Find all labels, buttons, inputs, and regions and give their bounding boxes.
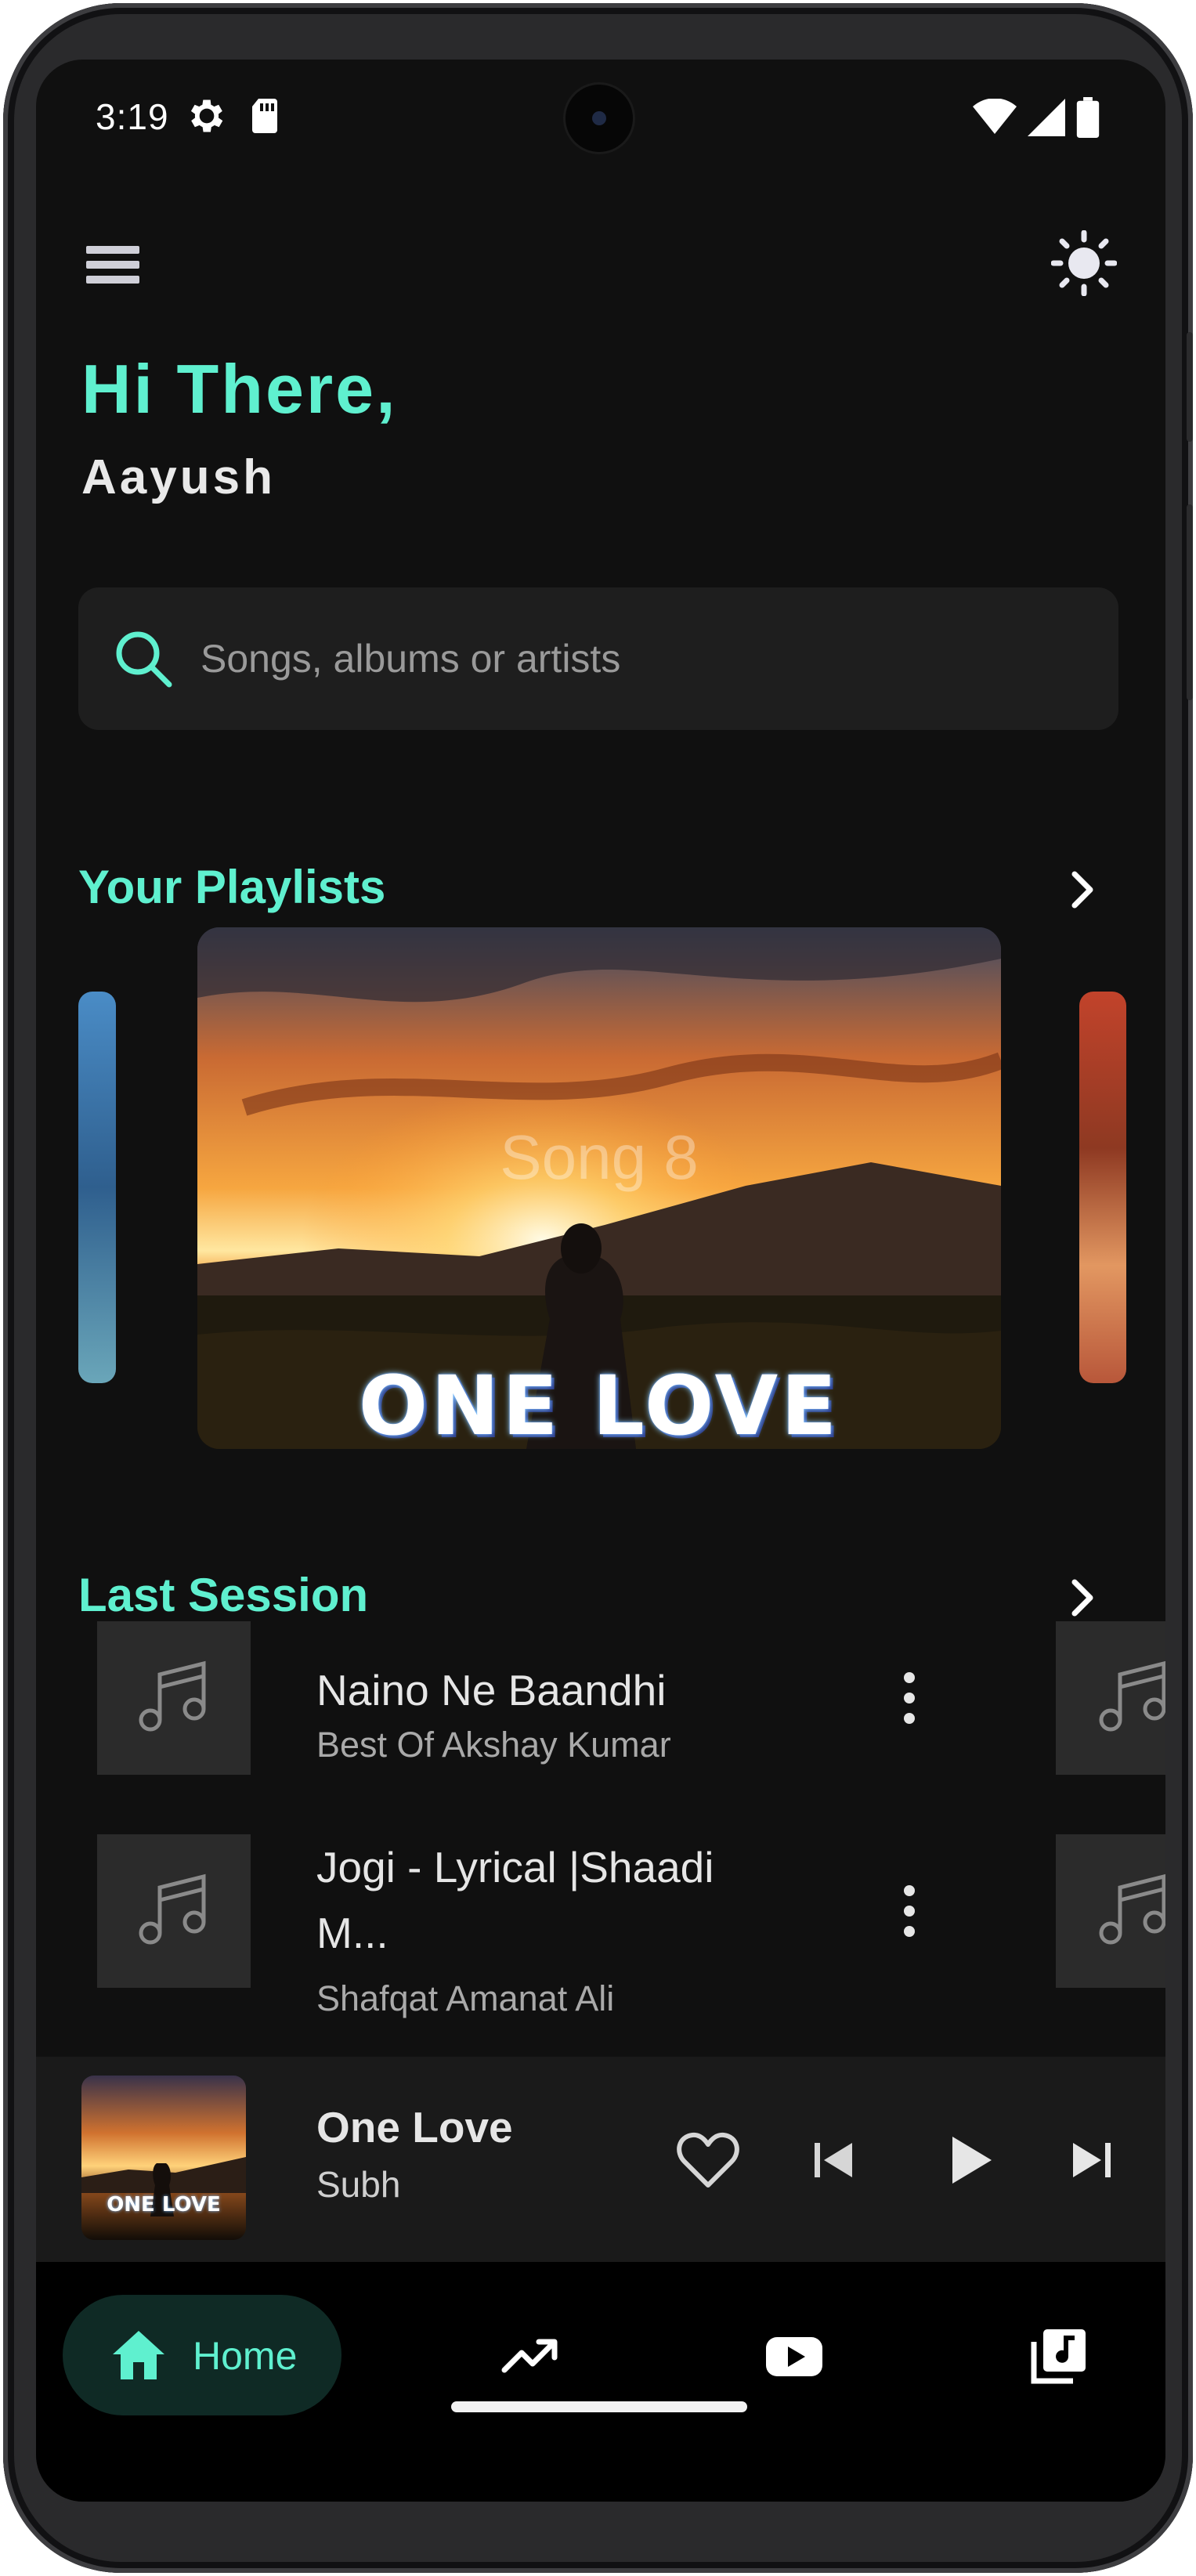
status-time: 3:19 <box>96 96 169 137</box>
mini-player[interactable]: ONE LOVE One Love Subh <box>36 2057 1165 2262</box>
volume-button <box>1187 504 1193 700</box>
chevron-right-icon[interactable] <box>1054 862 1111 918</box>
session-row[interactable]: Naino Ne Baandhi Best Of Akshay Kumar <box>36 1621 1165 1809</box>
front-camera <box>565 85 633 152</box>
song-artist: Shafqat Amanat Ali <box>316 1978 615 2018</box>
nav-item-home[interactable]: Home <box>63 2295 341 2415</box>
music-note-icon <box>139 1873 206 1945</box>
home-icon <box>113 2331 164 2379</box>
power-button <box>1187 332 1193 442</box>
app-screen: 3:19 Hi There, Aayush Songs, albums or a… <box>36 60 1165 2502</box>
session-row[interactable]: Jogi - Lyrical |Shaadi M... Shafqat Aman… <box>36 1834 1165 2022</box>
song-thumbnail <box>97 1834 251 1988</box>
bottom-nav: Home <box>36 2262 1165 2502</box>
status-icons <box>973 97 1100 138</box>
music-note-icon <box>139 1660 206 1732</box>
playlist-card-previous[interactable] <box>78 992 116 1383</box>
chevron-right-icon[interactable] <box>1054 1570 1111 1626</box>
heart-icon[interactable] <box>670 2123 746 2198</box>
play-icon[interactable] <box>930 2123 1006 2198</box>
last-session-title: Last Session <box>78 1569 369 1621</box>
playlist-art-title: ONE LOVE <box>358 1358 840 1449</box>
nav-home-label: Home <box>193 2334 298 2378</box>
song-title: Naino Ne Baandhi <box>316 1666 667 1714</box>
now-playing-title: One Love <box>316 2103 513 2151</box>
skip-next-icon[interactable] <box>1054 2123 1129 2198</box>
phone-frame: 3:19 Hi There, Aayush Songs, albums or a… <box>3 3 1193 2573</box>
gear-icon <box>190 99 223 132</box>
battery-icon <box>1076 97 1100 138</box>
status-bar: 3:19 <box>36 60 1165 177</box>
song-title: Jogi - Lyrical |Shaadi M... <box>316 1843 714 1957</box>
signal-icon <box>1028 99 1065 136</box>
song-thumbnail-peek <box>1056 1834 1165 1988</box>
home-indicator[interactable] <box>451 2401 747 2412</box>
album-art-label: ONE LOVE <box>107 2193 221 2217</box>
playlists-title: Your Playlists <box>78 861 386 913</box>
greeting-title: Hi There, <box>81 350 398 428</box>
song-thumbnail-peek <box>1056 1621 1165 1775</box>
trending-icon[interactable] <box>498 2325 561 2387</box>
playlist-card-next[interactable] <box>1079 992 1126 1383</box>
song-thumbnail <box>97 1621 251 1775</box>
sun-icon[interactable] <box>1051 230 1117 296</box>
playlist-caption: Song 8 <box>500 1122 699 1192</box>
user-name: Aayush <box>81 450 276 504</box>
search-input[interactable] <box>201 622 1062 695</box>
playlist-card-featured[interactable]: Song 8 ONE LOVE <box>197 927 1001 1449</box>
now-playing-artwork[interactable]: ONE LOVE <box>81 2076 246 2240</box>
more-vertical-icon[interactable] <box>890 1880 929 1942</box>
sd-card-icon <box>252 99 277 133</box>
music-note-icon <box>1099 1873 1165 1945</box>
search-icon <box>116 631 172 688</box>
search-bar[interactable] <box>78 587 1118 730</box>
library-music-icon[interactable] <box>1028 2325 1090 2387</box>
music-note-icon <box>1099 1660 1165 1732</box>
menu-icon[interactable] <box>86 241 139 288</box>
more-vertical-icon[interactable] <box>890 1667 929 1729</box>
skip-previous-icon[interactable] <box>796 2123 871 2198</box>
wifi-icon <box>973 99 1017 134</box>
youtube-icon[interactable] <box>763 2325 826 2387</box>
song-artist: Best Of Akshay Kumar <box>316 1725 671 1765</box>
now-playing-artist: Subh <box>316 2164 401 2205</box>
